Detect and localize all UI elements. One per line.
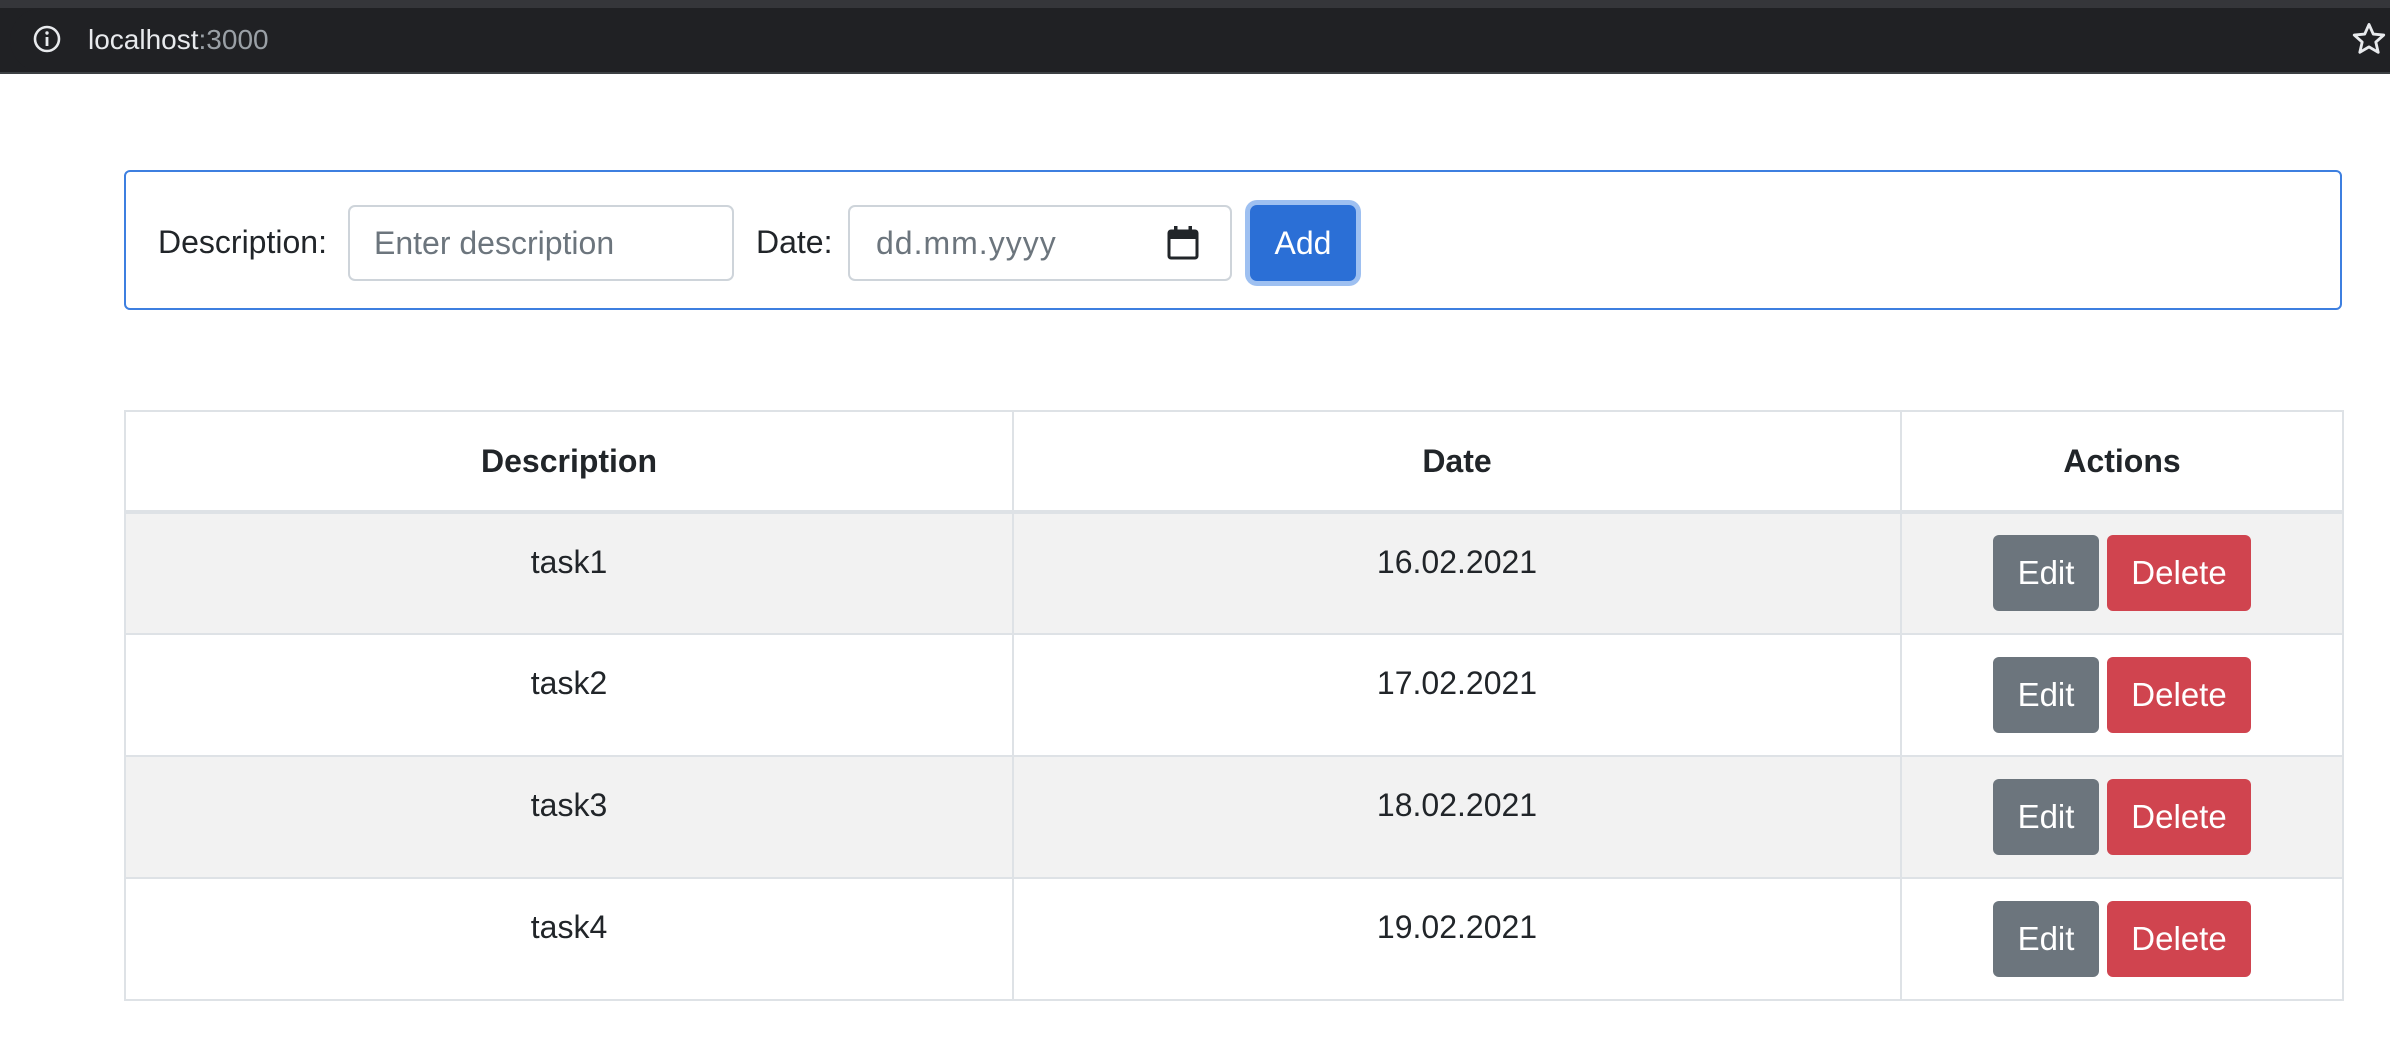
url-text[interactable]: localhost:3000	[88, 20, 269, 60]
url-port: :3000	[198, 24, 269, 55]
edit-button[interactable]: Edit	[1993, 535, 2099, 611]
delete-button[interactable]: Delete	[2107, 778, 2251, 855]
toolbar-divider	[0, 72, 2390, 74]
column-header-description: Description	[124, 410, 1014, 514]
delete-button[interactable]: Delete	[2107, 535, 2251, 611]
task-date: 16.02.2021	[1012, 511, 1902, 635]
table-header-row: Description Date Actions	[124, 410, 2344, 514]
column-header-date: Date	[1012, 410, 1902, 514]
edit-button[interactable]: Edit	[1993, 656, 2099, 733]
add-task-form: Description: Date: dd.mm.yyyy Add	[124, 170, 2342, 310]
add-button[interactable]: Add	[1250, 205, 1356, 281]
delete-button[interactable]: Delete	[2107, 900, 2251, 977]
task-description: task1	[124, 511, 1014, 635]
task-date: 19.02.2021	[1012, 877, 1902, 1001]
task-description: task3	[124, 755, 1014, 879]
date-label: Date:	[756, 224, 833, 260]
task-actions: Edit Delete	[1900, 633, 2344, 757]
browser-address-bar: localhost:3000	[0, 8, 2390, 72]
url-host: localhost	[88, 24, 199, 55]
delete-button[interactable]: Delete	[2107, 656, 2251, 733]
task-description: task2	[124, 633, 1014, 757]
edit-button[interactable]: Edit	[1993, 900, 2099, 977]
column-header-actions: Actions	[1900, 410, 2344, 514]
task-actions: Edit Delete	[1900, 755, 2344, 879]
table-row: task4 19.02.2021 Edit Delete	[124, 877, 2344, 1001]
task-actions: Edit Delete	[1900, 877, 2344, 1001]
table-row: task3 18.02.2021 Edit Delete	[124, 755, 2344, 879]
calendar-icon[interactable]	[1166, 225, 1200, 261]
date-placeholder: dd.mm.yyyy	[876, 225, 1057, 261]
table-row: task2 17.02.2021 Edit Delete	[124, 633, 2344, 757]
task-description: task4	[124, 877, 1014, 1001]
info-icon[interactable]	[32, 24, 62, 54]
bookmark-star-icon[interactable]	[2350, 20, 2388, 58]
browser-tab-strip	[0, 0, 2390, 8]
description-input[interactable]	[348, 205, 734, 281]
date-input[interactable]: dd.mm.yyyy	[848, 205, 1232, 281]
task-date: 18.02.2021	[1012, 755, 1902, 879]
task-date: 17.02.2021	[1012, 633, 1902, 757]
tasks-table: Description Date Actions task1 16.02.202…	[124, 410, 2344, 1001]
description-label: Description:	[158, 224, 327, 260]
edit-button[interactable]: Edit	[1993, 778, 2099, 855]
table-row: task1 16.02.2021 Edit Delete	[124, 511, 2344, 635]
omnibox[interactable]: localhost:3000	[10, 8, 2390, 72]
task-actions: Edit Delete	[1900, 511, 2344, 635]
